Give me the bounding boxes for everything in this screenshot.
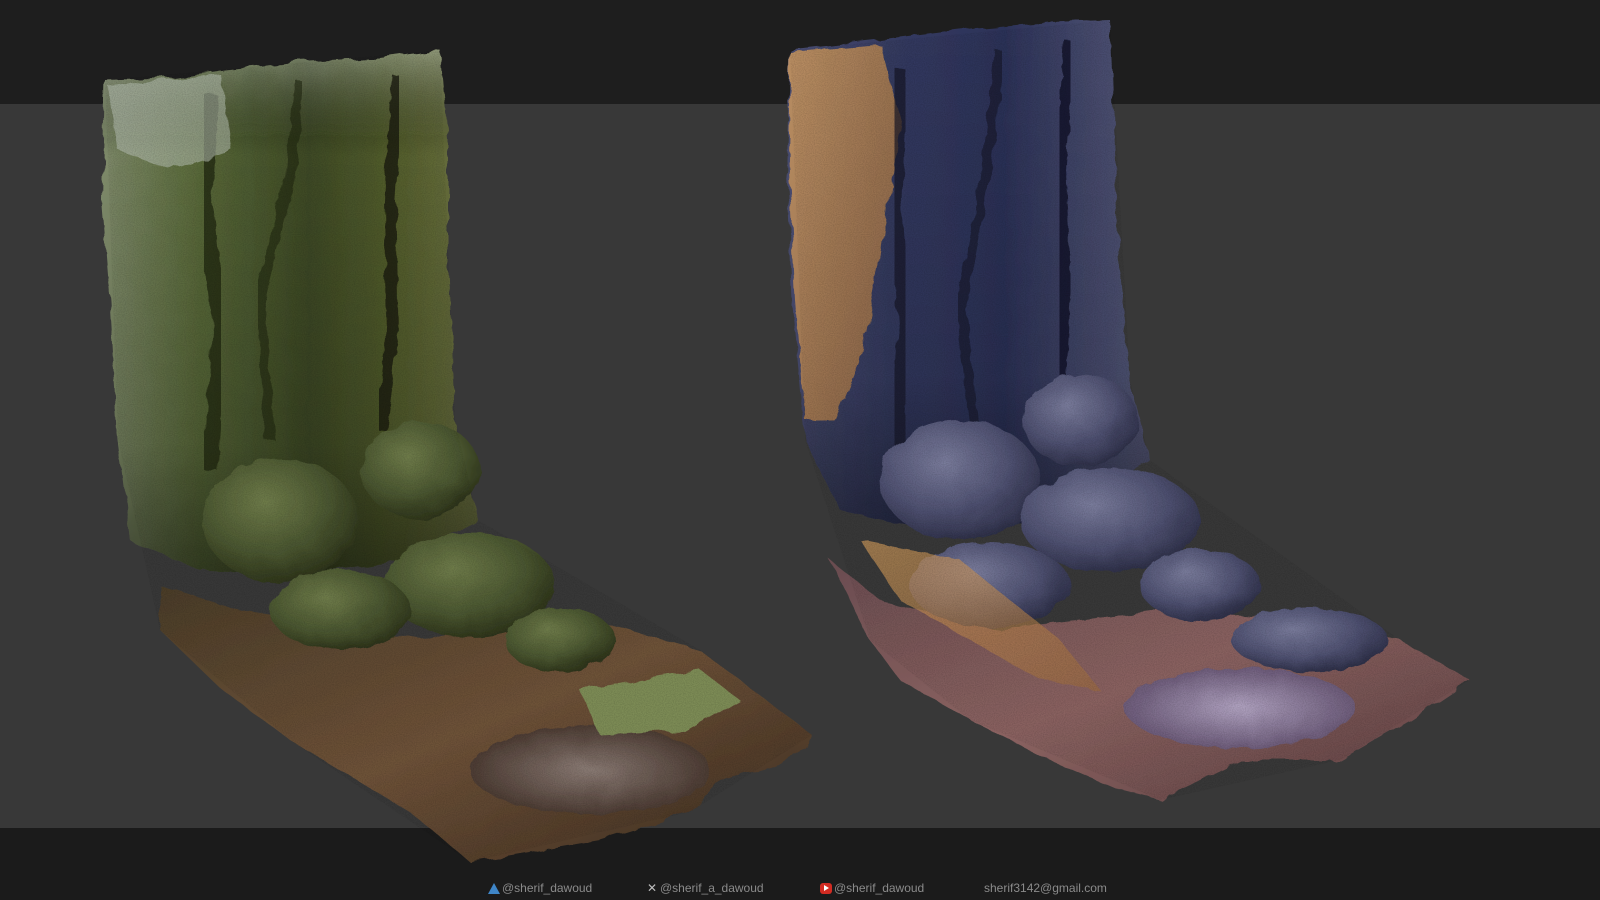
x-twitter-icon: ✕ [646, 880, 658, 895]
rock-wall-asset-left [102, 50, 812, 862]
youtube-icon [820, 882, 832, 894]
rock-wall-scene [102, 20, 1470, 862]
rock-wall-asset-right [786, 20, 1470, 800]
artstation-icon [488, 882, 500, 894]
email-text: sherif3142@gmail.com [984, 881, 1107, 895]
viewport: @sherif_dawoud ✕ @sherif_a_dawoud @sheri… [0, 0, 1600, 900]
artstation-handle-text: @sherif_dawoud [502, 881, 593, 895]
youtube-handle-text: @sherif_dawoud [834, 881, 925, 895]
youtube-handle[interactable]: @sherif_dawoud [820, 881, 924, 895]
x-twitter-handle[interactable]: ✕ @sherif_a_dawoud [646, 881, 764, 895]
email-contact[interactable]: sherif3142@gmail.com [984, 881, 1107, 895]
artstation-handle[interactable]: @sherif_dawoud [488, 881, 592, 895]
social-footer: @sherif_dawoud ✕ @sherif_a_dawoud @sheri… [0, 878, 1600, 900]
x-twitter-handle-text: @sherif_a_dawoud [660, 881, 764, 895]
